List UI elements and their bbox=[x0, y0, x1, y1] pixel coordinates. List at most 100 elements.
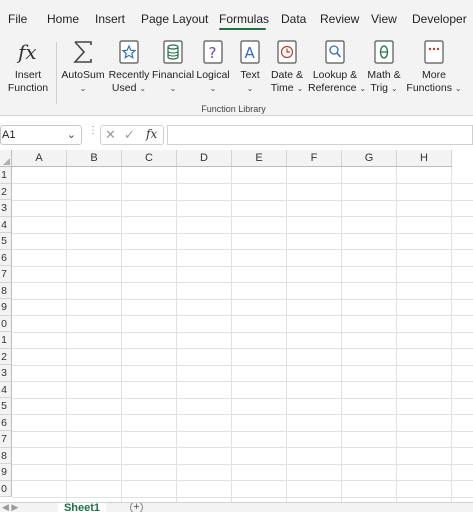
tab-file[interactable]: File bbox=[8, 12, 27, 26]
row-header[interactable]: 1 bbox=[0, 167, 12, 184]
column-header[interactable]: A bbox=[12, 150, 67, 167]
insert-function-button[interactable]: fx Insert Function bbox=[4, 38, 52, 95]
lookup-reference-label-2: Reference ⌄ bbox=[308, 82, 367, 94]
cancel-icon[interactable]: ✕ bbox=[105, 127, 116, 143]
row-header[interactable]: 2 bbox=[0, 348, 12, 365]
gridline-horizontal bbox=[12, 331, 473, 333]
sheet-nav-arrows-icon[interactable]: ◀ ▶ bbox=[2, 503, 18, 512]
active-tab-indicator bbox=[219, 28, 266, 30]
math-trig-button[interactable]: Math & Trig ⌄ bbox=[364, 38, 404, 95]
row-header[interactable]: 0 bbox=[0, 480, 12, 497]
row-header[interactable]: 3 bbox=[0, 200, 12, 217]
financial-button[interactable]: Financial ⌄ bbox=[152, 38, 194, 95]
gridline-horizontal bbox=[12, 216, 473, 217]
gridline-horizontal bbox=[12, 496, 473, 498]
text-label: Text bbox=[240, 69, 260, 81]
sheet-tab[interactable]: Sheet1 bbox=[58, 503, 106, 512]
more-functions-label-1: More bbox=[422, 69, 446, 81]
select-all-corner[interactable] bbox=[0, 150, 12, 167]
spreadsheet-grid[interactable]: ABCDEFGH 12345678901234567890 bbox=[0, 150, 473, 502]
select-all-triangle-icon bbox=[3, 158, 10, 165]
insert-function-fx-icon[interactable]: fx bbox=[146, 127, 157, 141]
gridline-horizontal bbox=[12, 282, 473, 283]
fx-icon: fx bbox=[16, 40, 37, 64]
row-header[interactable]: 5 bbox=[0, 233, 12, 250]
logical-chevron-icon: ⌄ bbox=[209, 84, 217, 93]
row-header[interactable]: 4 bbox=[0, 381, 12, 398]
letter-a-book-icon: A bbox=[240, 40, 260, 64]
tab-page-layout[interactable]: Page Layout bbox=[141, 12, 208, 26]
gridline-vertical bbox=[396, 167, 397, 502]
gridline-horizontal bbox=[12, 397, 473, 399]
row-header[interactable]: 7 bbox=[0, 266, 12, 283]
insert-function-label-2: Function bbox=[7, 82, 49, 94]
gridline-horizontal bbox=[12, 348, 473, 349]
add-sheet-icon[interactable]: + bbox=[130, 503, 143, 512]
formula-input[interactable] bbox=[167, 125, 473, 145]
gridline-horizontal bbox=[12, 315, 473, 316]
math-trig-chevron-icon: ⌄ bbox=[390, 84, 398, 93]
name-box-chevron-icon[interactable]: ⌄ bbox=[67, 128, 76, 141]
autosum-button[interactable]: AutoSum ⌄ bbox=[59, 38, 107, 95]
row-header[interactable]: 9 bbox=[0, 464, 12, 481]
ribbon: fx Insert Function AutoSum ⌄ Recently Us… bbox=[0, 34, 473, 116]
row-header[interactable]: 8 bbox=[0, 447, 12, 464]
enter-icon[interactable]: ✓ bbox=[124, 127, 135, 143]
date-time-label-2: Time ⌄ bbox=[270, 82, 304, 94]
gridline-vertical bbox=[231, 167, 232, 502]
row-header[interactable]: 3 bbox=[0, 365, 12, 382]
tab-formulas[interactable]: Formulas bbox=[219, 12, 269, 26]
column-header[interactable]: B bbox=[67, 150, 122, 167]
gridline-vertical bbox=[66, 167, 67, 502]
financial-chevron-icon: ⌄ bbox=[169, 84, 177, 93]
row-header[interactable]: 4 bbox=[0, 216, 12, 233]
recently-used-label-2: Used ⌄ bbox=[111, 82, 147, 94]
tab-home[interactable]: Home bbox=[47, 12, 79, 26]
name-box[interactable]: A1 ⌄ bbox=[0, 125, 82, 145]
column-header[interactable]: F bbox=[287, 150, 342, 167]
star-book-icon bbox=[119, 40, 139, 64]
autosum-chevron-icon: ⌄ bbox=[79, 84, 87, 93]
gridline-horizontal bbox=[12, 430, 473, 432]
logical-button[interactable]: ? Logical ⌄ bbox=[194, 38, 232, 95]
tab-insert[interactable]: Insert bbox=[95, 12, 125, 26]
gridline-horizontal bbox=[12, 480, 473, 481]
sigma-icon bbox=[73, 41, 92, 63]
gridline-horizontal bbox=[12, 381, 473, 382]
gridline-horizontal bbox=[12, 298, 473, 300]
row-header[interactable]: 7 bbox=[0, 431, 12, 448]
formula-bar-resize-handle[interactable]: ⋮ bbox=[88, 126, 98, 136]
row-header[interactable]: 1 bbox=[0, 332, 12, 349]
row-header[interactable]: 6 bbox=[0, 249, 12, 266]
tab-data[interactable]: Data bbox=[281, 12, 306, 26]
recently-used-label-1: Recently bbox=[108, 69, 150, 81]
date-time-button[interactable]: Date & Time ⌄ bbox=[268, 38, 306, 95]
recently-used-button[interactable]: Recently Used ⌄ bbox=[108, 38, 150, 95]
text-button[interactable]: A Text ⌄ bbox=[234, 38, 266, 95]
row-header[interactable]: 2 bbox=[0, 183, 12, 200]
gridline-vertical bbox=[121, 167, 122, 502]
more-functions-label-2: Functions ⌄ bbox=[406, 82, 462, 94]
column-header[interactable]: H bbox=[397, 150, 452, 167]
more-functions-button[interactable]: More Functions ⌄ bbox=[406, 38, 462, 95]
column-header[interactable]: D bbox=[177, 150, 232, 167]
row-header[interactable]: 9 bbox=[0, 299, 12, 316]
row-header[interactable]: 0 bbox=[0, 315, 12, 332]
svg-text:?: ? bbox=[209, 44, 217, 62]
magnifier-book-icon bbox=[325, 40, 345, 64]
ribbon-separator bbox=[56, 42, 57, 104]
row-header[interactable]: 5 bbox=[0, 398, 12, 415]
column-header[interactable]: C bbox=[122, 150, 177, 167]
column-header[interactable]: E bbox=[232, 150, 287, 167]
tab-developer[interactable]: Developer bbox=[412, 12, 467, 26]
tab-view[interactable]: View bbox=[371, 12, 397, 26]
column-header[interactable]: G bbox=[342, 150, 397, 167]
gridline-horizontal bbox=[12, 265, 473, 267]
row-header[interactable]: 6 bbox=[0, 414, 12, 431]
tab-review[interactable]: Review bbox=[320, 12, 359, 26]
lookup-reference-button[interactable]: Lookup & Reference ⌄ bbox=[308, 38, 367, 95]
clock-book-icon bbox=[277, 40, 297, 64]
insert-function-label-1: Insert bbox=[14, 69, 42, 81]
menu-bar: File Home Insert Page Layout Formulas Da… bbox=[0, 0, 473, 34]
row-header[interactable]: 8 bbox=[0, 282, 12, 299]
